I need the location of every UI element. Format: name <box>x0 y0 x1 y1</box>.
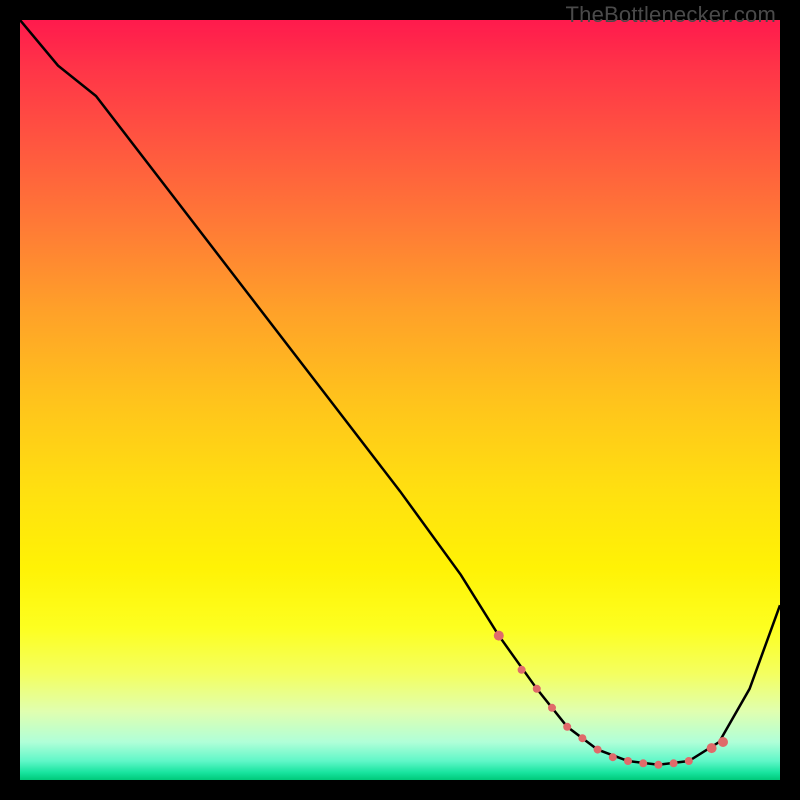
marker-dot <box>594 746 602 754</box>
marker-dot <box>578 734 586 742</box>
chart-svg <box>20 20 780 780</box>
marker-dot <box>685 757 693 765</box>
marker-dot <box>533 685 541 693</box>
marker-dot <box>609 753 617 761</box>
chart-area <box>20 20 780 780</box>
marker-dot <box>707 743 717 753</box>
marker-dot <box>718 737 728 747</box>
marker-dot <box>563 723 571 731</box>
marker-dot <box>639 759 647 767</box>
marker-dot <box>670 759 678 767</box>
curve-line <box>20 20 780 765</box>
marker-dot <box>518 666 526 674</box>
marker-dot <box>654 761 662 769</box>
marker-dot <box>624 757 632 765</box>
marker-dot <box>494 631 504 641</box>
highlight-markers <box>494 631 728 769</box>
marker-dot <box>548 704 556 712</box>
watermark-text: TheBottlenecker.com <box>566 2 776 28</box>
